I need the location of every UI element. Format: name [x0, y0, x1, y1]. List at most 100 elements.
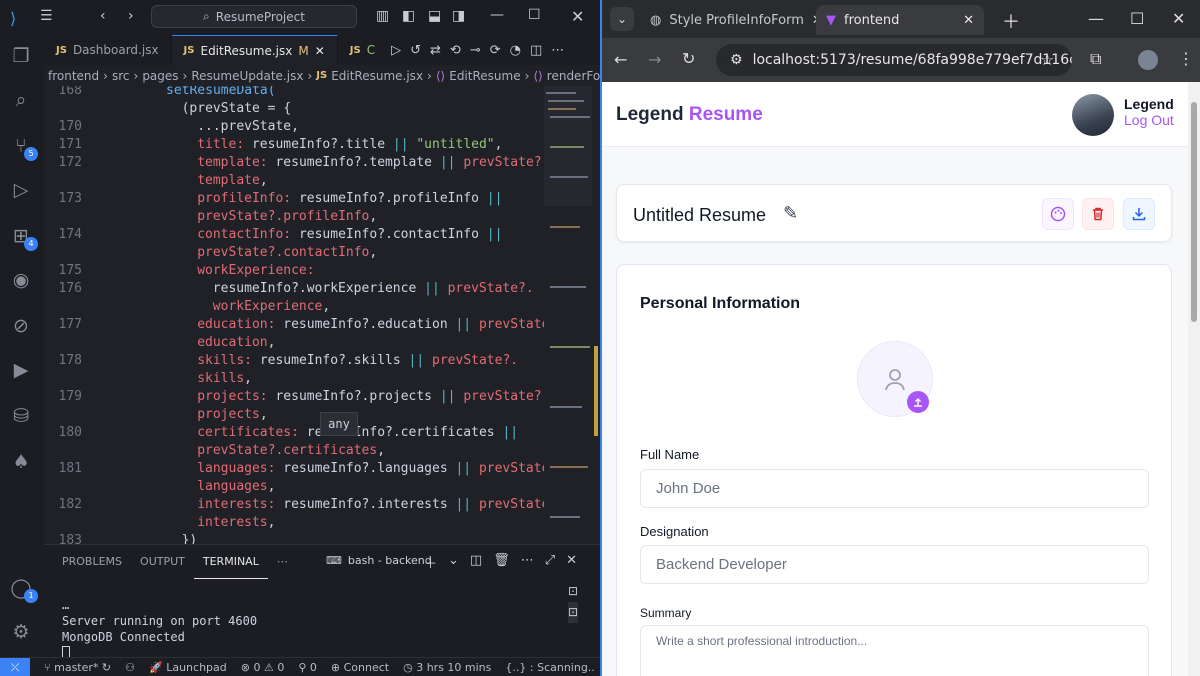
terminal-output[interactable]: … Server running on port 4600 MongoDB Co…: [62, 597, 257, 660]
tab-dashboard[interactable]: JS Dashboard.jsx: [44, 35, 172, 65]
database-icon[interactable]: ⛁: [8, 403, 34, 429]
breadcrumb-item[interactable]: frontend: [48, 69, 99, 83]
more-icon[interactable]: ⋯: [268, 545, 297, 579]
download-button[interactable]: [1123, 198, 1155, 230]
new-terminal-icon[interactable]: ＋: [424, 553, 437, 572]
search-icon[interactable]: ⌕: [8, 87, 34, 113]
tab-search-icon[interactable]: ⌄: [610, 7, 634, 31]
remote-icon[interactable]: ⤫: [0, 658, 30, 676]
compare-icon[interactable]: ⇄: [430, 43, 441, 58]
command-center-search[interactable]: ⌕ ResumeProject: [151, 5, 357, 28]
more-icon[interactable]: ⋯: [551, 43, 564, 58]
branch-status[interactable]: ⑂ master* ↻: [44, 661, 111, 674]
split-editor-icon[interactable]: ◫: [530, 43, 542, 58]
ports-status[interactable]: ⚲ 0: [298, 661, 317, 674]
back-arrow-icon[interactable]: ‹: [100, 8, 106, 24]
commit-dot-icon[interactable]: ⊸: [470, 43, 481, 58]
breadcrumb-item[interactable]: renderForm: [547, 69, 600, 83]
go-back-icon[interactable]: ⟲: [450, 43, 461, 58]
brand-logo[interactable]: Legend Resume: [616, 104, 763, 126]
maximize-icon[interactable]: ☐: [528, 7, 541, 23]
full-name-input[interactable]: [640, 469, 1149, 508]
close-icon[interactable]: ✕: [571, 7, 584, 26]
launchpad-status[interactable]: 🚀 Launchpad: [149, 661, 227, 674]
remote-explorer-icon[interactable]: ⊘: [8, 313, 34, 339]
edit-title-pencil-icon[interactable]: ✎: [783, 203, 798, 224]
close-tab-icon[interactable]: ✕: [963, 13, 974, 28]
run-debug-icon[interactable]: ▷: [8, 177, 34, 203]
problems-status[interactable]: ⊗ 0 ⚠ 0: [241, 661, 285, 674]
split-terminal-icon[interactable]: ◫: [470, 553, 482, 572]
scrollbar-thumb[interactable]: [1191, 102, 1197, 322]
breadcrumb-item[interactable]: src: [112, 69, 130, 83]
maximize-icon[interactable]: ☐: [1130, 9, 1144, 28]
trash-icon[interactable]: 🗑: [493, 553, 510, 572]
back-arrow-icon[interactable]: ←: [614, 50, 627, 69]
settings-gear-icon[interactable]: ⚙: [8, 619, 34, 645]
site-info-icon[interactable]: ⚙: [730, 52, 743, 68]
terminal-selector[interactable]: ⌨ bash - backend: [326, 554, 432, 567]
maximize-panel-icon[interactable]: ⤢: [545, 553, 555, 572]
designation-input[interactable]: [640, 545, 1149, 584]
chrome-menu-icon[interactable]: ⋮: [1178, 49, 1194, 68]
source-control-icon[interactable]: ⑂ 5: [8, 133, 38, 161]
time-status[interactable]: ◷ 3 hrs 10 mins: [403, 661, 491, 674]
terminal-list-icon[interactable]: ⊡: [568, 602, 579, 623]
summary-textarea[interactable]: [640, 625, 1149, 676]
tab-editresume[interactable]: JS EditResume.jsx M ✕: [171, 35, 338, 65]
go-forward-icon[interactable]: ⟳: [490, 43, 501, 58]
live-share-icon[interactable]: ⚇: [125, 661, 135, 674]
timeline-icon[interactable]: ◔: [510, 43, 521, 58]
bookmark-star-icon[interactable]: ☆: [1040, 50, 1054, 69]
upload-photo-button[interactable]: [907, 391, 929, 413]
reload-icon[interactable]: ↻: [682, 49, 695, 68]
scanning-status[interactable]: {..} : Scanning..: [505, 661, 594, 674]
mongodb-leaf-icon[interactable]: ♠: [8, 449, 34, 475]
customize-layout-icon[interactable]: ▥: [376, 8, 389, 24]
code-editor[interactable]: 168 setResumeData((prevState = {170 ...pre…: [44, 86, 544, 544]
avatar[interactable]: [1072, 94, 1114, 136]
minimize-icon[interactable]: —: [490, 7, 504, 23]
forward-arrow-icon[interactable]: ›: [128, 8, 134, 24]
address-bar[interactable]: ⚙ localhost:5173/resume/68fa998e779ef7d1…: [716, 44, 1072, 76]
extensions-icon[interactable]: ⧉: [1090, 49, 1101, 69]
close-tab-icon[interactable]: ✕: [315, 44, 325, 58]
page-scrollbar[interactable]: [1188, 82, 1200, 676]
minimap[interactable]: [544, 86, 600, 544]
menu-icon[interactable]: ☰: [40, 8, 53, 24]
tab-problems[interactable]: PROBLEMS: [44, 545, 131, 579]
extensions-icon[interactable]: ⊞ 4: [8, 223, 38, 251]
tab-third[interactable]: JS C: [338, 35, 387, 65]
close-icon[interactable]: ✕: [1172, 9, 1185, 28]
more-icon[interactable]: ⋯: [521, 553, 534, 572]
toggle-sidebar-icon[interactable]: ◧: [402, 8, 415, 24]
minimize-icon[interactable]: —: [1088, 9, 1104, 28]
breadcrumb-item[interactable]: pages: [142, 69, 178, 83]
accounts-icon[interactable]: ◯ 1: [8, 575, 38, 603]
history-icon[interactable]: ↺: [410, 43, 421, 58]
breadcrumb-item[interactable]: ResumeUpdate.jsx: [191, 69, 303, 83]
tab-output[interactable]: OUTPUT: [131, 545, 194, 579]
terminal-list-icon[interactable]: ⊡: [568, 581, 578, 602]
close-panel-icon[interactable]: ✕: [566, 553, 577, 572]
time-label: 3 hrs 10 mins: [416, 660, 492, 674]
logout-link[interactable]: Log Out: [1124, 112, 1174, 128]
chevron-down-icon[interactable]: ⌄: [448, 553, 459, 572]
forward-arrow-icon[interactable]: →: [648, 50, 661, 69]
browser-tab-style-profileinfoform[interactable]: ◍ Style ProfileInfoForm ✕: [640, 5, 823, 35]
tab-terminal[interactable]: TERMINAL: [193, 545, 268, 579]
new-tab-icon[interactable]: ＋: [1002, 8, 1020, 34]
browser-tab-frontend[interactable]: ▼ frontend ✕: [816, 5, 984, 35]
profile-avatar[interactable]: [1138, 50, 1158, 70]
breadcrumb-item[interactable]: EditResume: [449, 69, 520, 83]
theme-button[interactable]: [1042, 198, 1074, 230]
toggle-secondary-sidebar-icon[interactable]: ◨: [452, 8, 465, 24]
toggle-panel-icon[interactable]: ⬓: [428, 8, 441, 24]
connect-status[interactable]: ⊕ Connect: [331, 661, 389, 674]
run-icon[interactable]: ▷: [391, 43, 401, 58]
github-icon[interactable]: ◉: [8, 267, 34, 293]
explorer-icon[interactable]: ❐: [8, 43, 34, 69]
breadcrumb-item[interactable]: EditResume.jsx: [331, 69, 423, 83]
delete-button[interactable]: [1082, 198, 1114, 230]
deploy-icon[interactable]: ▶: [8, 357, 34, 383]
